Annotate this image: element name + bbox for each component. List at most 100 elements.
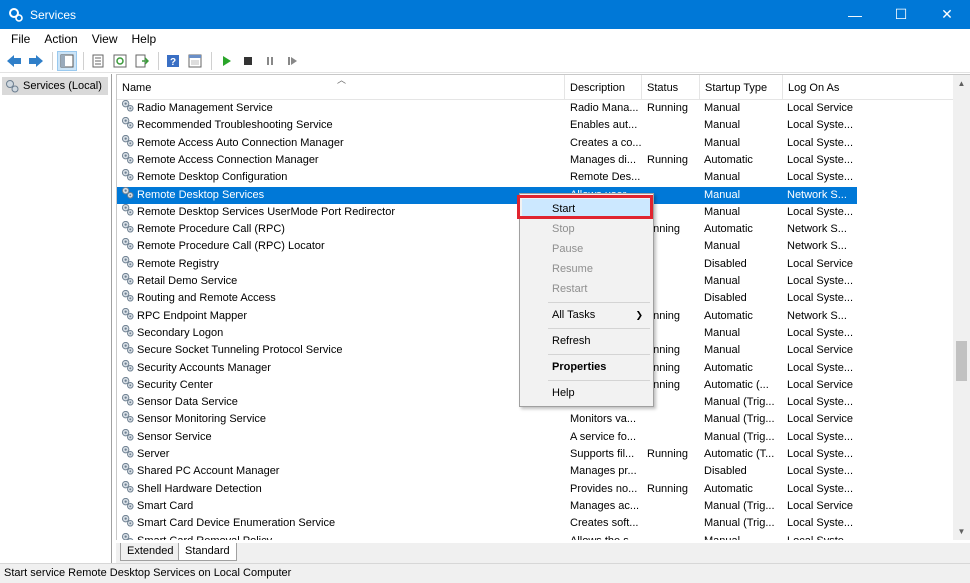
service-row[interactable]: Secure Socket Tunneling Protocol Service… <box>117 342 857 359</box>
vertical-scrollbar[interactable]: ▲ ▼ <box>953 75 970 540</box>
tab-standard[interactable]: Standard <box>178 543 237 561</box>
service-name: Security Accounts Manager <box>121 359 569 377</box>
service-row[interactable]: Security Accounts Manager unning Automatic… <box>117 359 857 377</box>
console-tree-pane: Services (Local) <box>0 74 112 564</box>
service-row[interactable]: Remote Access Auto Connection Manager Cre… <box>117 134 857 152</box>
service-status <box>647 135 702 152</box>
service-row[interactable]: Sensor Service A service fo... Manual (Tri… <box>117 428 857 446</box>
service-row[interactable]: Shared PC Account Manager Manages pr... Di… <box>117 463 857 480</box>
menu-help[interactable]: Help <box>125 29 164 49</box>
service-row[interactable]: Smart Card Manages ac... Manual (Trig... Lo… <box>117 497 857 515</box>
menu-item-stop[interactable]: Stop <box>522 219 651 239</box>
service-row[interactable]: Sensor Monitoring Service Monitors va... M… <box>117 411 857 428</box>
back-arrow-icon[interactable] <box>4 51 24 71</box>
service-status: unning <box>647 361 681 374</box>
service-row[interactable]: Remote Desktop Configuration Remote Des..… <box>117 169 857 186</box>
service-row[interactable]: Routing and Remote Access Disabled Local S… <box>117 290 857 307</box>
service-description: Creates soft... <box>570 517 639 530</box>
menu-separator <box>548 380 650 381</box>
service-row[interactable]: Recommended Troubleshooting Service Enabl… <box>117 117 857 134</box>
service-gear-icon <box>121 342 134 359</box>
properties-sheet-icon[interactable] <box>88 51 108 71</box>
menu-item-refresh[interactable]: Refresh <box>522 331 651 351</box>
menu-file[interactable]: File <box>4 29 37 49</box>
restart-service-icon[interactable] <box>282 51 302 71</box>
service-description: A service fo... <box>570 430 637 443</box>
column-header-startup-type[interactable]: Startup Type <box>700 75 783 100</box>
service-row[interactable]: Retail Demo Service Manual Local Syste... <box>117 273 857 290</box>
service-status <box>647 394 702 411</box>
service-log-on-as: Local Syste... <box>787 205 854 218</box>
maximize-button[interactable]: ☐ <box>878 0 924 29</box>
menu-item-all-tasks[interactable]: All Tasks ❯ <box>522 305 651 325</box>
service-row[interactable]: Remote Registry Disabled Local Service <box>117 255 857 273</box>
service-row[interactable]: Remote Access Connection Manager Manages … <box>117 151 857 169</box>
service-row[interactable]: Remote Desktop Services UserMode Port Re… <box>117 203 857 221</box>
show-hide-tree-icon[interactable] <box>57 50 77 71</box>
service-log-on-as: Network S... <box>787 309 847 322</box>
service-name-label: Smart Card Removal Policy <box>137 533 272 541</box>
service-log-on-as: Local Syste... <box>787 482 854 495</box>
service-name: Smart Card <box>121 497 569 515</box>
service-row[interactable]: Secondary Logon Manual Local Syste... <box>117 324 857 342</box>
service-log-on-as: Network S... <box>787 188 847 201</box>
service-log-on-as: Network S... <box>787 240 847 253</box>
tree-item-services-local[interactable]: Services (Local) <box>2 77 108 95</box>
service-gear-icon <box>121 411 134 428</box>
help-icon[interactable]: ? <box>163 51 183 71</box>
service-name-label: Retail Demo Service <box>137 275 238 287</box>
service-name-label: Security Center <box>137 378 213 391</box>
service-gear-icon <box>121 446 134 463</box>
service-row[interactable]: Smart Card Device Enumeration Service Cre… <box>117 515 857 532</box>
close-button[interactable]: ✕ <box>924 0 970 29</box>
menu-item-help[interactable]: Help <box>522 383 651 403</box>
refresh-icon[interactable] <box>110 51 130 71</box>
tab-extended[interactable]: Extended <box>120 543 181 561</box>
service-status <box>647 325 702 342</box>
forward-arrow-icon[interactable] <box>26 51 46 71</box>
service-name: Sensor Monitoring Service <box>121 411 569 428</box>
service-log-on-as: Local Service <box>787 413 854 426</box>
service-name-label: Routing and Remote Access <box>137 292 276 305</box>
service-row[interactable]: Smart Card Removal Policy Allows the s...… <box>117 532 857 541</box>
start-service-play-icon[interactable] <box>216 51 236 71</box>
service-row[interactable]: Remote Procedure Call (RPC) Locator Manua… <box>117 238 857 255</box>
menu-item-resume[interactable]: Resume <box>522 259 651 279</box>
service-row[interactable]: Radio Management Service Radio Mana... Run… <box>117 100 857 117</box>
menu-item-restart[interactable]: Restart <box>522 279 651 299</box>
service-name: Security Center <box>121 376 569 394</box>
menu-action[interactable]: Action <box>37 29 84 49</box>
column-header-status[interactable]: Status <box>642 75 700 100</box>
service-row[interactable]: Sensor Data Service Manual (Trig... Local … <box>117 394 857 411</box>
column-header-name[interactable]: Name <box>117 75 565 100</box>
minimize-button[interactable]: — <box>832 0 878 29</box>
service-startup-type: Manual <box>704 119 741 132</box>
scroll-up-icon[interactable]: ▲ <box>953 75 970 92</box>
stop-service-icon[interactable] <box>238 51 258 71</box>
service-name-label: Sensor Monitoring Service <box>137 413 267 426</box>
column-header-log-on-as[interactable]: Log On As <box>783 75 955 100</box>
service-log-on-as: Local Service <box>787 499 854 512</box>
menu-item-properties[interactable]: Properties <box>522 357 651 377</box>
service-description: Remote Des... <box>570 171 641 184</box>
export-list-icon[interactable] <box>132 51 152 71</box>
pause-service-icon[interactable] <box>260 51 280 71</box>
service-startup-type: Manual (Trig... <box>704 413 775 426</box>
service-description: Enables aut... <box>570 119 638 132</box>
tree-item-label: Services (Local) <box>23 80 102 92</box>
service-row[interactable]: Security Center unning Automatic (... Local… <box>117 376 857 394</box>
mmc-console-icon[interactable] <box>185 51 205 71</box>
service-startup-type: Automatic <box>704 309 753 322</box>
service-row[interactable]: Remote Procedure Call (RPC) unning Automat… <box>117 221 857 238</box>
scroll-down-icon[interactable]: ▼ <box>953 523 970 540</box>
service-row[interactable]: Shell Hardware Detection Provides no... Ru… <box>117 480 857 498</box>
column-header-description[interactable]: Description <box>565 75 642 100</box>
menu-view[interactable]: View <box>85 29 125 49</box>
service-row[interactable]: RPC Endpoint Mapper unning Automatic Networ… <box>117 307 857 325</box>
service-row[interactable]: Server Supports fil... Running Automatic (T… <box>117 446 857 463</box>
service-gear-icon <box>121 186 134 204</box>
menu-item-pause[interactable]: Pause <box>522 239 651 259</box>
scrollbar-thumb[interactable] <box>956 341 967 381</box>
service-row[interactable]: Remote Desktop ServicesAllows user...Man… <box>117 186 857 204</box>
service-startup-type: Manual <box>704 102 741 114</box>
